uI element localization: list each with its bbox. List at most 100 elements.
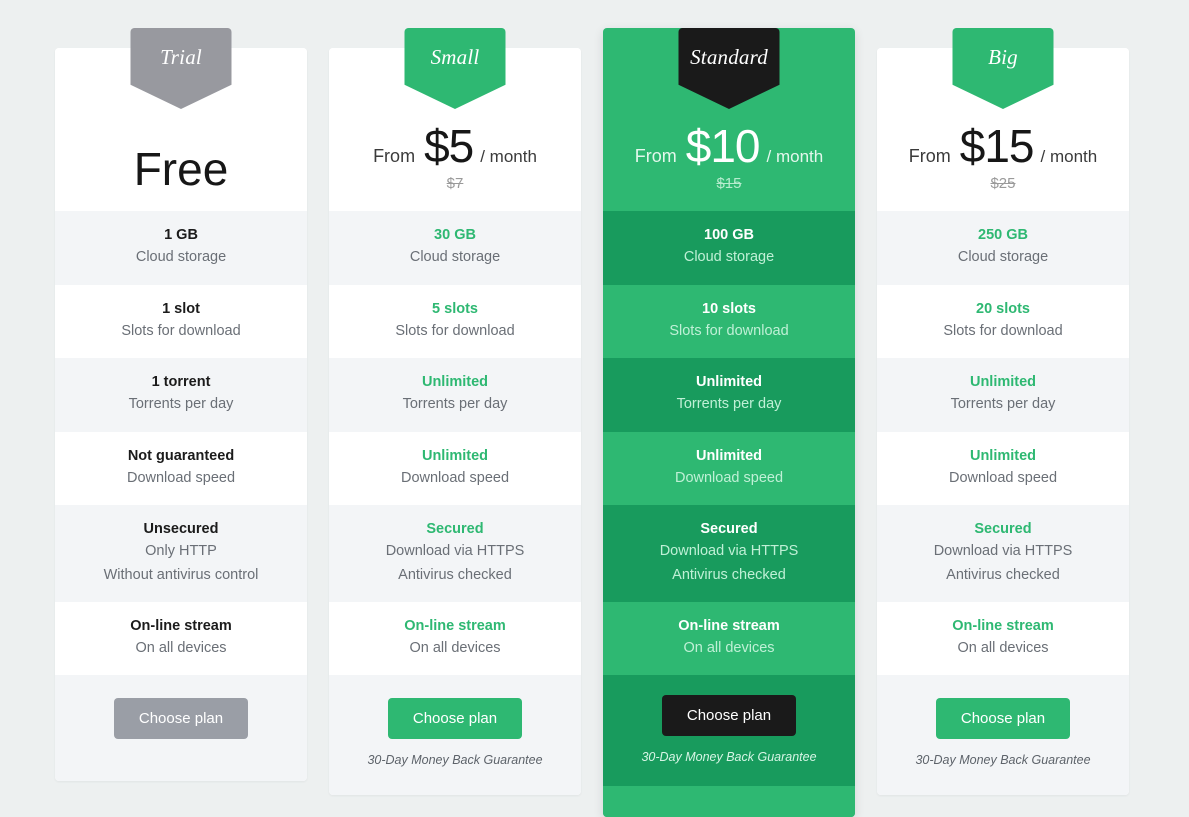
- price-amount: $10: [685, 120, 761, 172]
- feature-label: Torrents per day: [950, 396, 1056, 413]
- choose-plan-button-standard[interactable]: Choose plan: [661, 695, 797, 737]
- feature-row: On-line stream On all devices: [877, 601, 1129, 676]
- price-old-value: $15: [716, 175, 742, 192]
- price-line: Free: [134, 146, 229, 192]
- feature-row: 1 slot Slots for download: [55, 284, 307, 358]
- plan-card-trial: Trial Free 1 GB Cloud storage 1 slot Slots fo…: [55, 28, 307, 782]
- feature-label: On all devices: [683, 640, 775, 656]
- price-period-label: / month: [766, 147, 824, 166]
- plan-list: Trial Free 1 GB Cloud storage 1 slot Slots fo…: [55, 28, 1129, 817]
- price-amount: $15: [959, 120, 1035, 172]
- feature-list: 250 GB Cloud storage 20 slots Slots for dow…: [877, 210, 1129, 676]
- plan-header-big: From $15 / month $25: [877, 48, 1129, 210]
- price-from-label: From: [373, 146, 416, 166]
- feature-row: Unlimited Torrents per day: [877, 358, 1129, 432]
- feature-value: Unlimited: [969, 447, 1037, 464]
- price-amount: Free: [133, 143, 229, 195]
- plan-card-standard: Standard From $10/ month $15 100 GB Cloud sto…: [603, 28, 855, 817]
- money-back-guarantee-text: 30-Day Money Back Guarantee: [367, 753, 543, 768]
- feature-label: Download speed: [126, 469, 236, 486]
- feature-value: Unlimited: [695, 374, 763, 390]
- feature-row: Not guaranteed Download speed: [55, 431, 307, 505]
- feature-value: Secured: [700, 521, 758, 537]
- feature-row: 1 torrent Torrents per day: [55, 358, 307, 432]
- choose-plan-button-big[interactable]: Choose plan: [935, 698, 1071, 740]
- feature-label: Download speed: [400, 469, 510, 486]
- feature-row: 250 GB Cloud storage: [877, 211, 1129, 285]
- feature-label: On all devices: [135, 640, 227, 656]
- feature-label: Cloud storage: [409, 249, 501, 266]
- price-block: From $10 / month $15: [635, 123, 823, 192]
- price-period-label: / month: [480, 147, 537, 166]
- price-line: From $15 / month: [909, 123, 1097, 169]
- feature-row: On-line stream On all devices: [55, 601, 307, 676]
- feature-row: 30 GB Cloud storage: [329, 211, 581, 285]
- feature-row: On-line stream On all devices: [603, 601, 855, 676]
- feature-row: On-line stream On all devices: [329, 601, 581, 676]
- choose-plan-button-small[interactable]: Choose plan: [387, 698, 523, 740]
- feature-label: Download via HTTPS: [385, 543, 525, 560]
- feature-row: Unlimited Torrents per day: [329, 358, 581, 432]
- feature-label: Cloud storage: [135, 249, 227, 266]
- feature-value: 1 GB: [164, 227, 198, 243]
- price-from-label: From: [908, 146, 951, 166]
- feature-value: 30 GB: [434, 227, 476, 243]
- feature-label: Antivirus checked: [946, 566, 1060, 583]
- feature-label: On all devices: [409, 640, 501, 656]
- feature-label: Download speed: [674, 469, 784, 486]
- choose-plan-button-trial[interactable]: Choose plan: [113, 698, 249, 740]
- feature-row: 20 slots Slots for download: [877, 284, 1129, 358]
- plan-footer: Choose plan 30-Day Money Back Guarantee: [329, 675, 581, 796]
- plan-footer: Choose plan: [55, 675, 307, 782]
- feature-row: Unlimited Download speed: [603, 431, 855, 505]
- feature-label: Antivirus checked: [672, 566, 786, 583]
- plan-header-trial: Free: [55, 48, 307, 210]
- feature-label: Without antivirus control: [103, 566, 259, 583]
- feature-value: 1 slot: [162, 300, 200, 317]
- plan-footer: Choose plan 30-Day Money Back Guarantee: [877, 675, 1129, 796]
- feature-label: Antivirus checked: [398, 566, 512, 583]
- feature-row: 1 GB Cloud storage: [55, 211, 307, 285]
- feature-row: 5 slots Slots for download: [329, 284, 581, 358]
- price-old-value: $7: [446, 175, 464, 192]
- feature-label: Torrents per day: [402, 396, 508, 413]
- feature-label: Slots for download: [121, 322, 241, 339]
- money-back-guarantee-text: 30-Day Money Back Guarantee: [915, 753, 1091, 768]
- price-old-value: $25: [990, 175, 1016, 192]
- plan-card-big: Big From $15/ month $25 250 GB Cloud storage 2…: [877, 28, 1129, 796]
- plan-card-small: Small From $5/ month $7 30 GB Cloud storage 5 …: [329, 28, 581, 796]
- feature-value: On-line stream: [678, 617, 780, 634]
- feature-label: Slots for download: [943, 322, 1063, 339]
- feature-list: 1 GB Cloud storage 1 slot Slots for downloa…: [55, 210, 307, 676]
- feature-label: Download via HTTPS: [933, 543, 1073, 560]
- feature-value: On-line stream: [130, 617, 232, 634]
- feature-row: Secured Download via HTTPS Antivirus check…: [877, 505, 1129, 602]
- feature-row: Unlimited Torrents per day: [603, 358, 855, 432]
- feature-row: Secured Download via HTTPS Antivirus check…: [603, 505, 855, 602]
- feature-row: 100 GB Cloud storage: [603, 211, 855, 285]
- price-amount: $5: [424, 120, 474, 172]
- plan-header-standard: From $10 / month $15: [603, 28, 855, 210]
- feature-value: 20 slots: [976, 300, 1030, 317]
- money-back-guarantee-text: 30-Day Money Back Guarantee: [641, 750, 817, 765]
- feature-row: Secured Download via HTTPS Antivirus check…: [329, 505, 581, 602]
- price-block: Free: [134, 146, 229, 192]
- feature-row: Unsecured Only HTTP Without antivirus cont…: [55, 505, 307, 602]
- feature-value: Secured: [974, 521, 1032, 537]
- feature-label: Download speed: [948, 469, 1058, 486]
- featured-card-footer-strip: [603, 786, 855, 817]
- feature-list: 100 GB Cloud storage 10 slots Slots for dow…: [603, 210, 855, 676]
- feature-value: Unlimited: [969, 374, 1037, 390]
- feature-value: Unlimited: [421, 447, 489, 464]
- feature-value: Not guaranteed: [127, 447, 235, 464]
- price-from-label: From: [634, 146, 677, 166]
- plan-footer: Choose plan 30-Day Money Back Guarantee: [603, 675, 855, 787]
- feature-value: 100 GB: [704, 227, 754, 243]
- feature-value: 10 slots: [702, 300, 756, 317]
- price-block: From $5 / month $7: [373, 123, 537, 192]
- plan-header-small: From $5 / month $7: [329, 48, 581, 210]
- feature-value: Unlimited: [695, 447, 763, 464]
- feature-value: 1 torrent: [151, 374, 211, 390]
- feature-value: Unlimited: [421, 374, 489, 390]
- feature-value: On-line stream: [404, 617, 506, 634]
